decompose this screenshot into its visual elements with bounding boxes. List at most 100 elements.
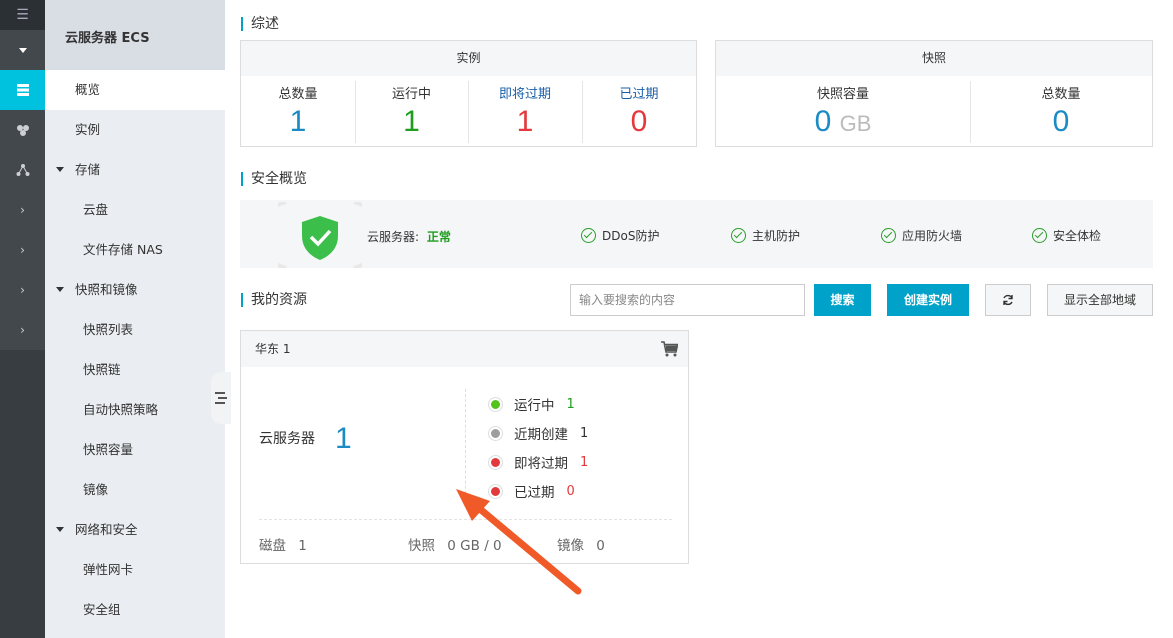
check-host[interactable]: 主机防护 bbox=[731, 227, 800, 244]
stat-label: 运行中 bbox=[391, 87, 431, 102]
shield-icon bbox=[278, 202, 362, 268]
security-title: 安全概览 bbox=[241, 172, 307, 186]
rail-item-ecs[interactable] bbox=[0, 70, 45, 110]
sidebar-group-storage[interactable]: 存储 bbox=[45, 150, 225, 190]
rail-item-5[interactable]: › bbox=[0, 230, 45, 270]
stat-total[interactable]: 总数量 1 bbox=[241, 77, 355, 147]
check-label: 主机防护 bbox=[752, 229, 801, 243]
status-value: 1 bbox=[580, 425, 589, 441]
disk-summary[interactable]: 磁盘 1 bbox=[259, 534, 307, 554]
check-audit[interactable]: 安全体检 bbox=[1032, 227, 1101, 244]
region-server-label: 云服务器 bbox=[259, 431, 315, 447]
stat-label: 快照容量 bbox=[816, 87, 869, 102]
stat-label: 即将过期 bbox=[498, 87, 551, 102]
check-label: DDoS防护 bbox=[602, 229, 660, 243]
check-label: 安全体检 bbox=[1053, 229, 1102, 243]
check-circle-icon bbox=[581, 228, 596, 243]
cart-icon[interactable] bbox=[661, 341, 678, 357]
status-recent[interactable]: 近期创建 1 bbox=[489, 423, 588, 443]
chevron-right-icon: › bbox=[20, 283, 25, 297]
stat-value: 0 bbox=[630, 105, 648, 138]
disk-label: 磁盘 bbox=[259, 538, 286, 554]
sidebar-item-snapshot-chain[interactable]: 快照链 bbox=[45, 350, 225, 390]
caret-down-icon bbox=[56, 287, 64, 292]
create-instance-button[interactable]: 创建实例 bbox=[887, 284, 969, 316]
instances-header: 实例 bbox=[241, 41, 696, 76]
capacity-unit: GB bbox=[839, 111, 872, 136]
stat-label: 已过期 bbox=[619, 87, 659, 102]
stat-expired[interactable]: 已过期 0 bbox=[582, 77, 696, 147]
region-server-count[interactable]: 1 bbox=[335, 424, 352, 454]
check-waf[interactable]: 应用防火墙 bbox=[881, 227, 962, 244]
status-dot-icon bbox=[489, 455, 502, 469]
stat-value: 1 bbox=[403, 105, 420, 138]
search-button[interactable]: 搜索 bbox=[814, 284, 871, 316]
rail-item-7[interactable]: › bbox=[0, 310, 45, 350]
cluster-icon bbox=[16, 125, 29, 136]
rail-item-network[interactable] bbox=[0, 150, 45, 190]
stat-value: 0 GB bbox=[716, 102, 970, 144]
sidebar: 云服务器 ECS 概览 实例 存储 云盘 文件存储 NAS 快照和镜像 快照列表… bbox=[45, 0, 225, 638]
stat-label: 总数量 bbox=[278, 87, 318, 102]
rail-item-db[interactable] bbox=[0, 110, 45, 150]
sidebar-group-label: 网络和安全 bbox=[75, 522, 138, 537]
sidebar-group-network[interactable]: 网络和安全 bbox=[45, 510, 225, 550]
stat-value: 1 bbox=[289, 105, 307, 138]
rail-collapse-button[interactable] bbox=[0, 30, 45, 70]
server-security-status: 云服务器: 正常 bbox=[367, 228, 451, 245]
sidebar-item-images[interactable]: 镜像 bbox=[45, 470, 225, 510]
region-name: 华东 1 bbox=[255, 342, 291, 356]
network-icon bbox=[16, 164, 29, 176]
stat-value: 1 bbox=[516, 105, 534, 138]
snapshot-count[interactable]: 总数量 0 bbox=[970, 77, 1152, 147]
chevron-right-icon: › bbox=[20, 243, 25, 257]
status-label: 近期创建 bbox=[514, 427, 568, 443]
main-content: 综述 实例 总数量 1 运行中 1 即将过期 1 已过期 0 快照 快照容量 0 bbox=[225, 0, 1173, 638]
snapshots-box: 快照 快照容量 0 GB 总数量 0 bbox=[715, 40, 1153, 147]
status-expiring[interactable]: 即将过期 1 bbox=[489, 452, 588, 472]
status-value: 1 bbox=[580, 454, 589, 470]
check-circle-icon bbox=[731, 228, 746, 243]
sidebar-item-nas[interactable]: 文件存储 NAS bbox=[45, 230, 225, 270]
sidebar-item-security-group[interactable]: 安全组 bbox=[45, 590, 225, 630]
sidebar-item-snapshot-capacity[interactable]: 快照容量 bbox=[45, 430, 225, 470]
sidebar-item-disks[interactable]: 云盘 bbox=[45, 190, 225, 230]
overview-title: 综述 bbox=[241, 17, 279, 31]
show-all-regions-button[interactable]: 显示全部地域 bbox=[1047, 284, 1153, 316]
sidebar-item-eni[interactable]: 弹性网卡 bbox=[45, 550, 225, 590]
region-card-header: 华东 1 bbox=[241, 331, 688, 367]
caret-down-icon bbox=[56, 167, 64, 172]
security-bar: 云服务器: 正常 DDoS防护 主机防护 应用防火墙 安全体检 bbox=[240, 200, 1153, 268]
sidebar-group-label: 存储 bbox=[75, 162, 101, 177]
snapshot-capacity[interactable]: 快照容量 0 GB bbox=[716, 77, 970, 147]
chevron-right-icon: › bbox=[20, 203, 25, 217]
refresh-button[interactable] bbox=[985, 284, 1031, 316]
status-running[interactable]: 运行中 1 bbox=[489, 394, 575, 414]
search-input[interactable] bbox=[570, 284, 805, 316]
disk-value: 1 bbox=[298, 538, 307, 554]
snapshot-label: 快照 bbox=[408, 538, 435, 554]
stat-running[interactable]: 运行中 1 bbox=[355, 77, 468, 147]
rail-item-4[interactable]: › bbox=[0, 190, 45, 230]
caret-down-icon bbox=[56, 527, 64, 532]
capacity-value: 0 bbox=[814, 105, 832, 138]
sidebar-group-snapshots[interactable]: 快照和镜像 bbox=[45, 270, 225, 310]
sidebar-item-instances[interactable]: 实例 bbox=[45, 110, 225, 150]
snapshots-header: 快照 bbox=[716, 41, 1152, 76]
sidebar-item-auto-snapshot[interactable]: 自动快照策略 bbox=[45, 390, 225, 430]
menu-icon[interactable]: ☰ bbox=[0, 0, 45, 30]
sidebar-group-label: 快照和镜像 bbox=[75, 282, 138, 297]
check-ddos[interactable]: DDoS防护 bbox=[581, 227, 659, 244]
check-circle-icon bbox=[881, 228, 896, 243]
sidebar-item-snapshot-list[interactable]: 快照列表 bbox=[45, 310, 225, 350]
refresh-icon bbox=[1003, 294, 1013, 306]
status-label: 即将过期 bbox=[514, 456, 568, 472]
rail-item-6[interactable]: › bbox=[0, 270, 45, 310]
stat-label: 总数量 bbox=[1041, 87, 1081, 102]
stat-expiring[interactable]: 即将过期 1 bbox=[468, 77, 582, 147]
status-dot-icon bbox=[489, 397, 502, 411]
resources-title: 我的资源 bbox=[241, 293, 307, 307]
sidebar-item-overview[interactable]: 概览 bbox=[45, 70, 225, 110]
check-circle-icon bbox=[1032, 228, 1047, 243]
annotation-arrow-icon bbox=[456, 489, 582, 595]
